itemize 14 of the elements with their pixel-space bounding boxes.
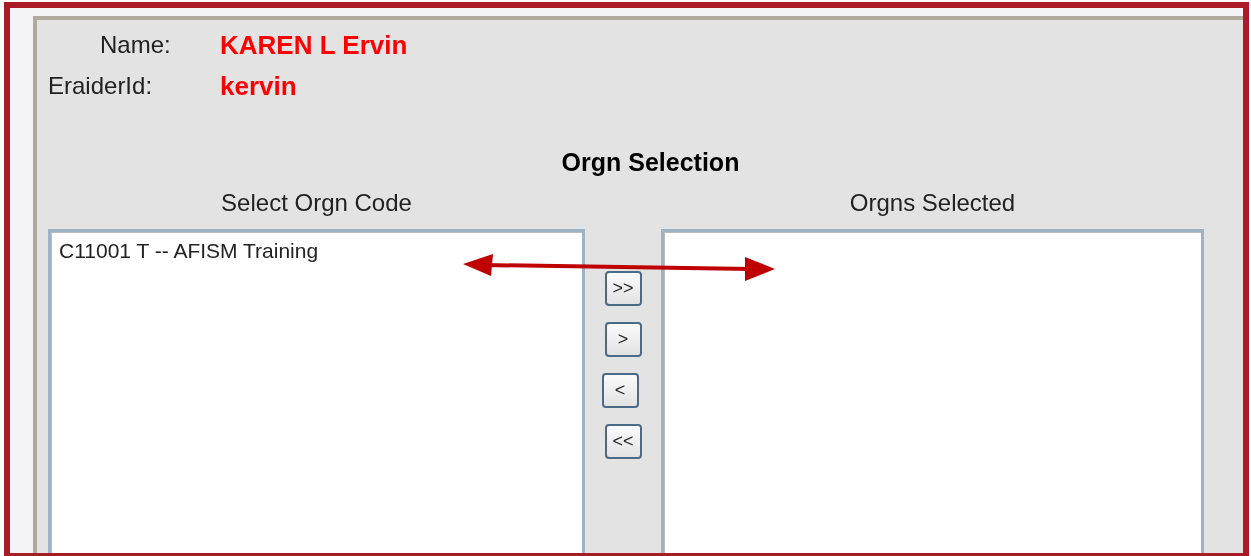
field-value: kervin: [220, 70, 297, 102]
list-item[interactable]: C11001 T -- AFISM Training: [57, 238, 576, 264]
list-box[interactable]: [661, 229, 1204, 553]
field-label: EraiderId:: [48, 72, 154, 100]
move-button[interactable]: <: [601, 373, 639, 408]
move-button[interactable]: >: [604, 322, 642, 357]
move-button[interactable]: <<: [604, 424, 642, 459]
field-value: KAREN L Ervin: [220, 29, 408, 61]
list-heading: Select Orgn Code: [220, 189, 413, 217]
list-box[interactable]: C11001 T -- AFISM Training: [48, 229, 585, 553]
list-heading: Orgns Selected: [848, 189, 1017, 217]
move-button[interactable]: >>: [604, 271, 642, 306]
section-title: Orgn Selection: [560, 148, 741, 177]
field-label: Name:: [99, 31, 172, 59]
